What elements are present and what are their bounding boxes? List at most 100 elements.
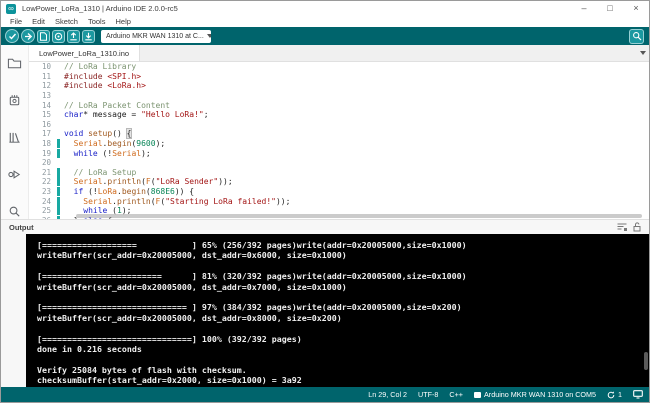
line-number: 15: [29, 110, 51, 119]
notifications-indicator[interactable]: 1: [607, 390, 622, 399]
change-indicator: [57, 110, 60, 119]
console-line: [==============================] 100% (3…: [37, 334, 649, 344]
title-bar: ∞ LowPower_LoRa_1310 | Arduino IDE 2.0.0…: [1, 1, 649, 16]
board-selector-label: Arduino MKR WAN 1310 at C...: [106, 33, 204, 40]
bug-play-icon: [7, 167, 22, 182]
arrow-up-icon: [69, 32, 78, 41]
menu-edit[interactable]: Edit: [27, 17, 50, 26]
sidebar-item-debug[interactable]: [1, 156, 28, 193]
verify-button[interactable]: [5, 29, 19, 43]
change-indicator: [57, 62, 60, 71]
debug-button[interactable]: [52, 30, 65, 43]
code-line[interactable]: 15 char* message = "Hello LoRa!";: [29, 110, 649, 120]
code-text: #include <LoRa.h>: [64, 81, 146, 90]
board-port-label: Arduino MKR WAN 1310 on COM5: [484, 390, 596, 399]
code-line[interactable]: 18 Serial.begin(9600);: [29, 139, 649, 149]
editor-horizontal-scrollbar[interactable]: [76, 214, 642, 218]
menu-tools[interactable]: Tools: [83, 17, 111, 26]
code-line[interactable]: 23 if (!LoRa.begin(868E6)) {: [29, 187, 649, 197]
maximize-button[interactable]: □: [597, 1, 623, 16]
console-scrollbar[interactable]: [644, 352, 648, 370]
code-line[interactable]: 20: [29, 158, 649, 168]
console-line: [37, 292, 649, 302]
line-number: 19: [29, 149, 51, 158]
status-bar: Ln 29, Col 2 UTF-8 C++ Arduino MKR WAN 1…: [1, 387, 649, 402]
line-number: 21: [29, 168, 51, 177]
clear-output-icon[interactable]: [617, 223, 627, 231]
code-line[interactable]: 11#include <SPI.h>: [29, 72, 649, 82]
change-indicator: [57, 91, 60, 100]
output-panel-header: Output: [1, 220, 649, 234]
code-line[interactable]: 19 while (!Serial);: [29, 148, 649, 158]
output-panel: Output [=================== ] 65% (256/3…: [1, 219, 649, 389]
output-console[interactable]: [=================== ] 65% (256/392 page…: [26, 234, 649, 389]
scroll-lock-icon[interactable]: [633, 222, 641, 232]
code-line[interactable]: 14// LoRa Packet Content: [29, 100, 649, 110]
board-port-indicator[interactable]: Arduino MKR WAN 1310 on COM5: [474, 390, 596, 399]
menu-sketch[interactable]: Sketch: [50, 17, 83, 26]
new-sketch-button[interactable]: [37, 30, 50, 43]
display-indicator[interactable]: [633, 390, 643, 399]
code-text: // LoRa Setup: [64, 168, 136, 177]
books-icon: [7, 130, 22, 145]
activity-sidebar: [1, 45, 29, 219]
code-line[interactable]: 22 Serial.println(F("LoRa Sender"));: [29, 177, 649, 187]
code-line[interactable]: 13: [29, 91, 649, 101]
code-line[interactable]: 12#include <LoRa.h>: [29, 81, 649, 91]
change-indicator: [57, 206, 60, 215]
console-line: writeBuffer(scr_addr=0x20005000, dst_add…: [37, 282, 649, 292]
change-indicator: [57, 139, 60, 148]
chip-icon: [7, 93, 22, 108]
code-text: Serial.println(F("LoRa Sender"));: [64, 177, 233, 186]
code-text: if (!LoRa.begin(868E6)) {: [64, 187, 194, 196]
window-title: LowPower_LoRa_1310 | Arduino IDE 2.0.0-r…: [22, 4, 178, 13]
export-binary-button[interactable]: [67, 30, 80, 43]
tab-list-dropdown[interactable]: [633, 45, 649, 61]
cursor-position[interactable]: Ln 29, Col 2: [368, 390, 407, 399]
arrow-down-icon: [84, 32, 93, 41]
change-indicator: [57, 158, 60, 167]
line-number: 22: [29, 177, 51, 186]
menu-file[interactable]: File: [5, 17, 27, 26]
board-selector-dropdown[interactable]: Arduino MKR WAN 1310 at C...: [101, 30, 211, 43]
change-indicator: [57, 149, 60, 158]
console-line: writeBuffer(scr_addr=0x20005000, dst_add…: [37, 250, 649, 260]
encoding-indicator[interactable]: UTF-8: [418, 390, 438, 399]
code-line[interactable]: 17void setup() {: [29, 129, 649, 139]
console-line: [======================== ] 81% (320/392…: [37, 271, 649, 281]
change-indicator: [57, 187, 60, 196]
serial-monitor-button[interactable]: [629, 29, 644, 44]
tab-sketch-file[interactable]: LowPower_LoRa_1310.ino: [29, 45, 140, 61]
sidebar-item-sketchbook[interactable]: [1, 45, 28, 82]
console-line: [============================= ] 97% (38…: [37, 302, 649, 312]
console-line: [=================== ] 65% (256/392 page…: [37, 240, 649, 250]
arrow-right-icon: [24, 32, 33, 41]
window-controls: – □ ×: [571, 1, 649, 16]
code-line[interactable]: 16: [29, 120, 649, 130]
arduino-ide-window: ∞ LowPower_LoRa_1310 | Arduino IDE 2.0.0…: [0, 0, 650, 403]
close-button[interactable]: ×: [623, 1, 649, 16]
toolbar: Arduino MKR WAN 1310 at C...: [1, 27, 649, 45]
code-text: char* message = "Hello LoRa!";: [64, 110, 209, 119]
chevron-down-icon: [207, 34, 211, 38]
code-editor[interactable]: 10// LoRa Library11#include <SPI.h>12#in…: [29, 62, 649, 219]
console-line: [37, 354, 649, 364]
change-indicator: [57, 72, 60, 81]
upload-button[interactable]: [21, 29, 35, 43]
code-line[interactable]: 21 // LoRa Setup: [29, 168, 649, 178]
minimize-button[interactable]: –: [571, 1, 597, 16]
tab-label: LowPower_LoRa_1310.ino: [39, 49, 129, 58]
import-button[interactable]: [82, 30, 95, 43]
code-line[interactable]: 24 Serial.println(F("Starting LoRa faile…: [29, 196, 649, 206]
sidebar-item-boards-manager[interactable]: [1, 82, 28, 119]
sidebar-item-library-manager[interactable]: [1, 119, 28, 156]
magnifier-icon: [632, 31, 642, 41]
menu-help[interactable]: Help: [110, 17, 135, 26]
code-line[interactable]: 10// LoRa Library: [29, 62, 649, 72]
debug-circle-icon: [54, 32, 63, 41]
language-mode[interactable]: C++: [449, 390, 463, 399]
code-text: #include <SPI.h>: [64, 72, 141, 81]
output-panel-title: Output: [9, 223, 34, 232]
search-icon: [7, 204, 22, 219]
code-text: // LoRa Packet Content: [64, 101, 170, 110]
